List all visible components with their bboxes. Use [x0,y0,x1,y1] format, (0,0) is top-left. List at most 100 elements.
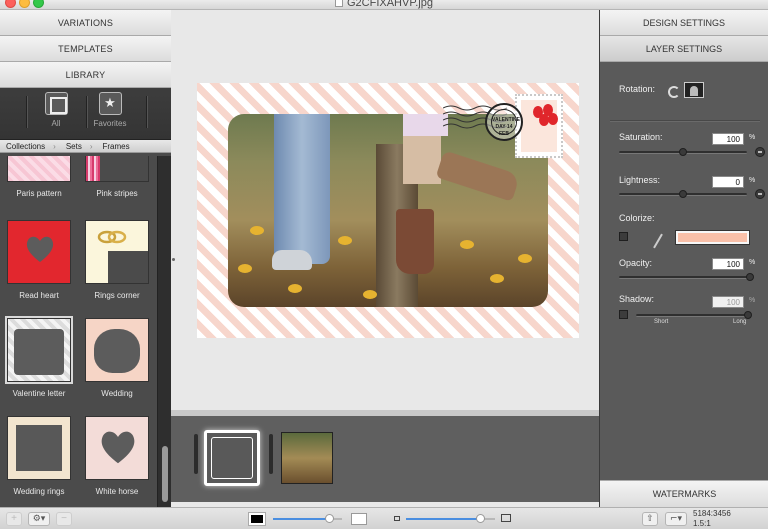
opacity-input[interactable]: 100 [712,258,744,270]
breadcrumb-collections[interactable]: Collections [0,140,53,152]
slider-knob[interactable] [744,311,752,319]
library-all-label: All [51,119,61,128]
lightness-reset-button[interactable] [755,189,765,199]
slider-knob[interactable] [679,190,687,198]
lightness-unit: % [749,177,756,184]
colorize-checkbox[interactable] [619,232,628,241]
saturation-reset-button[interactable] [755,147,765,157]
photo-leaf [490,274,504,283]
share-icon[interactable]: ⇧ [642,512,658,526]
document-icon [334,0,343,7]
frame-caption: White horse [95,487,139,496]
saturation-unit: % [749,134,756,141]
frame-thumbnail[interactable] [7,156,71,182]
frame-item[interactable]: Valentine letter [0,318,78,398]
library-button[interactable]: LIBRARY [0,62,171,88]
frame-item[interactable]: Read heart [0,220,78,300]
gear-icon[interactable]: ⚙▾ [28,512,50,526]
frame-thumbnail-selected[interactable] [7,318,71,382]
image-dimensions: 5184:3456 [693,509,731,518]
photo-jeans [274,114,330,264]
slider-knob[interactable] [679,148,687,156]
frame-thumbnail[interactable] [7,416,71,480]
templates-button[interactable]: TEMPLATES [0,36,171,62]
breadcrumb-sets[interactable]: Sets [56,140,90,152]
left-panel: VARIATIONS TEMPLATES LIBRARY All ★ Favor… [0,10,171,507]
frame-caption: Rings corner [94,291,140,300]
layer-settings-button[interactable]: LAYER SETTINGS [600,36,768,62]
filmstrip [171,410,599,502]
filmstrip-photo[interactable] [281,432,333,484]
frame-item[interactable]: Pink stripes [78,156,156,198]
zoom-slider-knob[interactable] [476,514,485,523]
split-handle[interactable] [172,258,175,261]
small-size-icon [394,516,400,521]
separator [146,96,147,128]
opacity-slider[interactable] [619,273,754,281]
saturation-slider[interactable] [619,148,747,156]
rings-icon [97,230,127,244]
library-all-button[interactable]: All [26,92,86,128]
colorize-label: Colorize: [619,213,655,223]
frame-canvas[interactable]: VALENTINE DAY 14 FEB [197,83,579,338]
saturation-label: Saturation: [619,132,663,142]
photo[interactable] [228,114,548,307]
crop-icon[interactable]: ⌐▾ [665,512,687,526]
app-window: G2CFIXAHVP.jpg VARIATIONS TEMPLATES LIBR… [0,0,768,529]
frame-thumbnail[interactable] [85,220,149,284]
shadow-unit: % [749,297,756,304]
right-panel: DESIGN SETTINGS LAYER SETTINGS Rotation:… [599,10,768,507]
frame-item[interactable]: Wedding [78,318,156,398]
rotate-icon[interactable] [668,86,680,98]
filmstrip-frame-selected[interactable] [204,430,260,486]
border-color-black-button[interactable] [248,512,266,526]
watermarks-button[interactable]: WATERMARKS [600,480,768,507]
slider-knob[interactable] [746,273,754,281]
eyedropper-icon[interactable] [653,233,663,249]
border-width-slider-fill[interactable] [273,518,329,520]
photo-boot [435,150,521,202]
photo-leaf [518,254,532,263]
frames-scrollbar[interactable] [157,156,171,507]
variations-button[interactable]: VARIATIONS [0,10,171,36]
shadow-label: Shadow: [619,294,655,304]
frame-item[interactable]: Rings corner [78,220,156,300]
shadow-input[interactable]: 100 [712,296,744,308]
frame-item[interactable]: White horse [78,416,156,496]
lightness-input[interactable]: 0 [712,176,744,188]
frame-thumbnail[interactable] [7,220,71,284]
frame-thumbnail[interactable] [85,156,149,182]
library-favorites-button[interactable]: ★ Favorites [80,92,140,128]
shadow-slider[interactable] [636,311,752,319]
border-width-slider-knob[interactable] [325,514,334,523]
frame-thumbnail[interactable] [85,416,149,480]
shadow-checkbox[interactable] [619,310,628,319]
window-title: G2CFIXAHVP.jpg [0,0,768,9]
design-settings-button[interactable]: DESIGN SETTINGS [600,10,768,36]
filmstrip-divider [194,434,198,474]
saturation-input[interactable]: 100 [712,133,744,145]
frame-caption: Wedding rings [13,487,65,496]
frame-item[interactable]: Paris pattern [0,156,78,198]
zoom-slider-fill[interactable] [406,518,481,520]
colorize-color-well[interactable] [675,230,750,245]
border-color-white-button[interactable] [351,513,367,525]
library-filter-bar: All ★ Favorites [0,88,171,140]
add-button[interactable]: + [6,512,22,526]
balloon-icon [548,113,558,125]
breadcrumb-frames[interactable]: Frames [93,140,138,152]
portrait-icon[interactable] [684,82,704,98]
frame-caption: Valentine letter [12,389,66,398]
photo-dress [403,114,448,136]
frame-item[interactable]: Wedding rings [0,416,78,496]
photo-leaf [363,290,377,299]
postmark-text: VALENTINE DAY 14 FEB [491,109,520,137]
separator [610,120,760,121]
editor-area: VALENTINE DAY 14 FEB [171,10,599,507]
scrollbar-thumb[interactable] [162,446,168,502]
heart-icon [26,236,54,262]
frame-thumbnail[interactable] [85,318,149,382]
lightness-slider[interactable] [619,190,747,198]
remove-button[interactable]: − [56,512,72,526]
photo-sneakers [272,250,312,270]
